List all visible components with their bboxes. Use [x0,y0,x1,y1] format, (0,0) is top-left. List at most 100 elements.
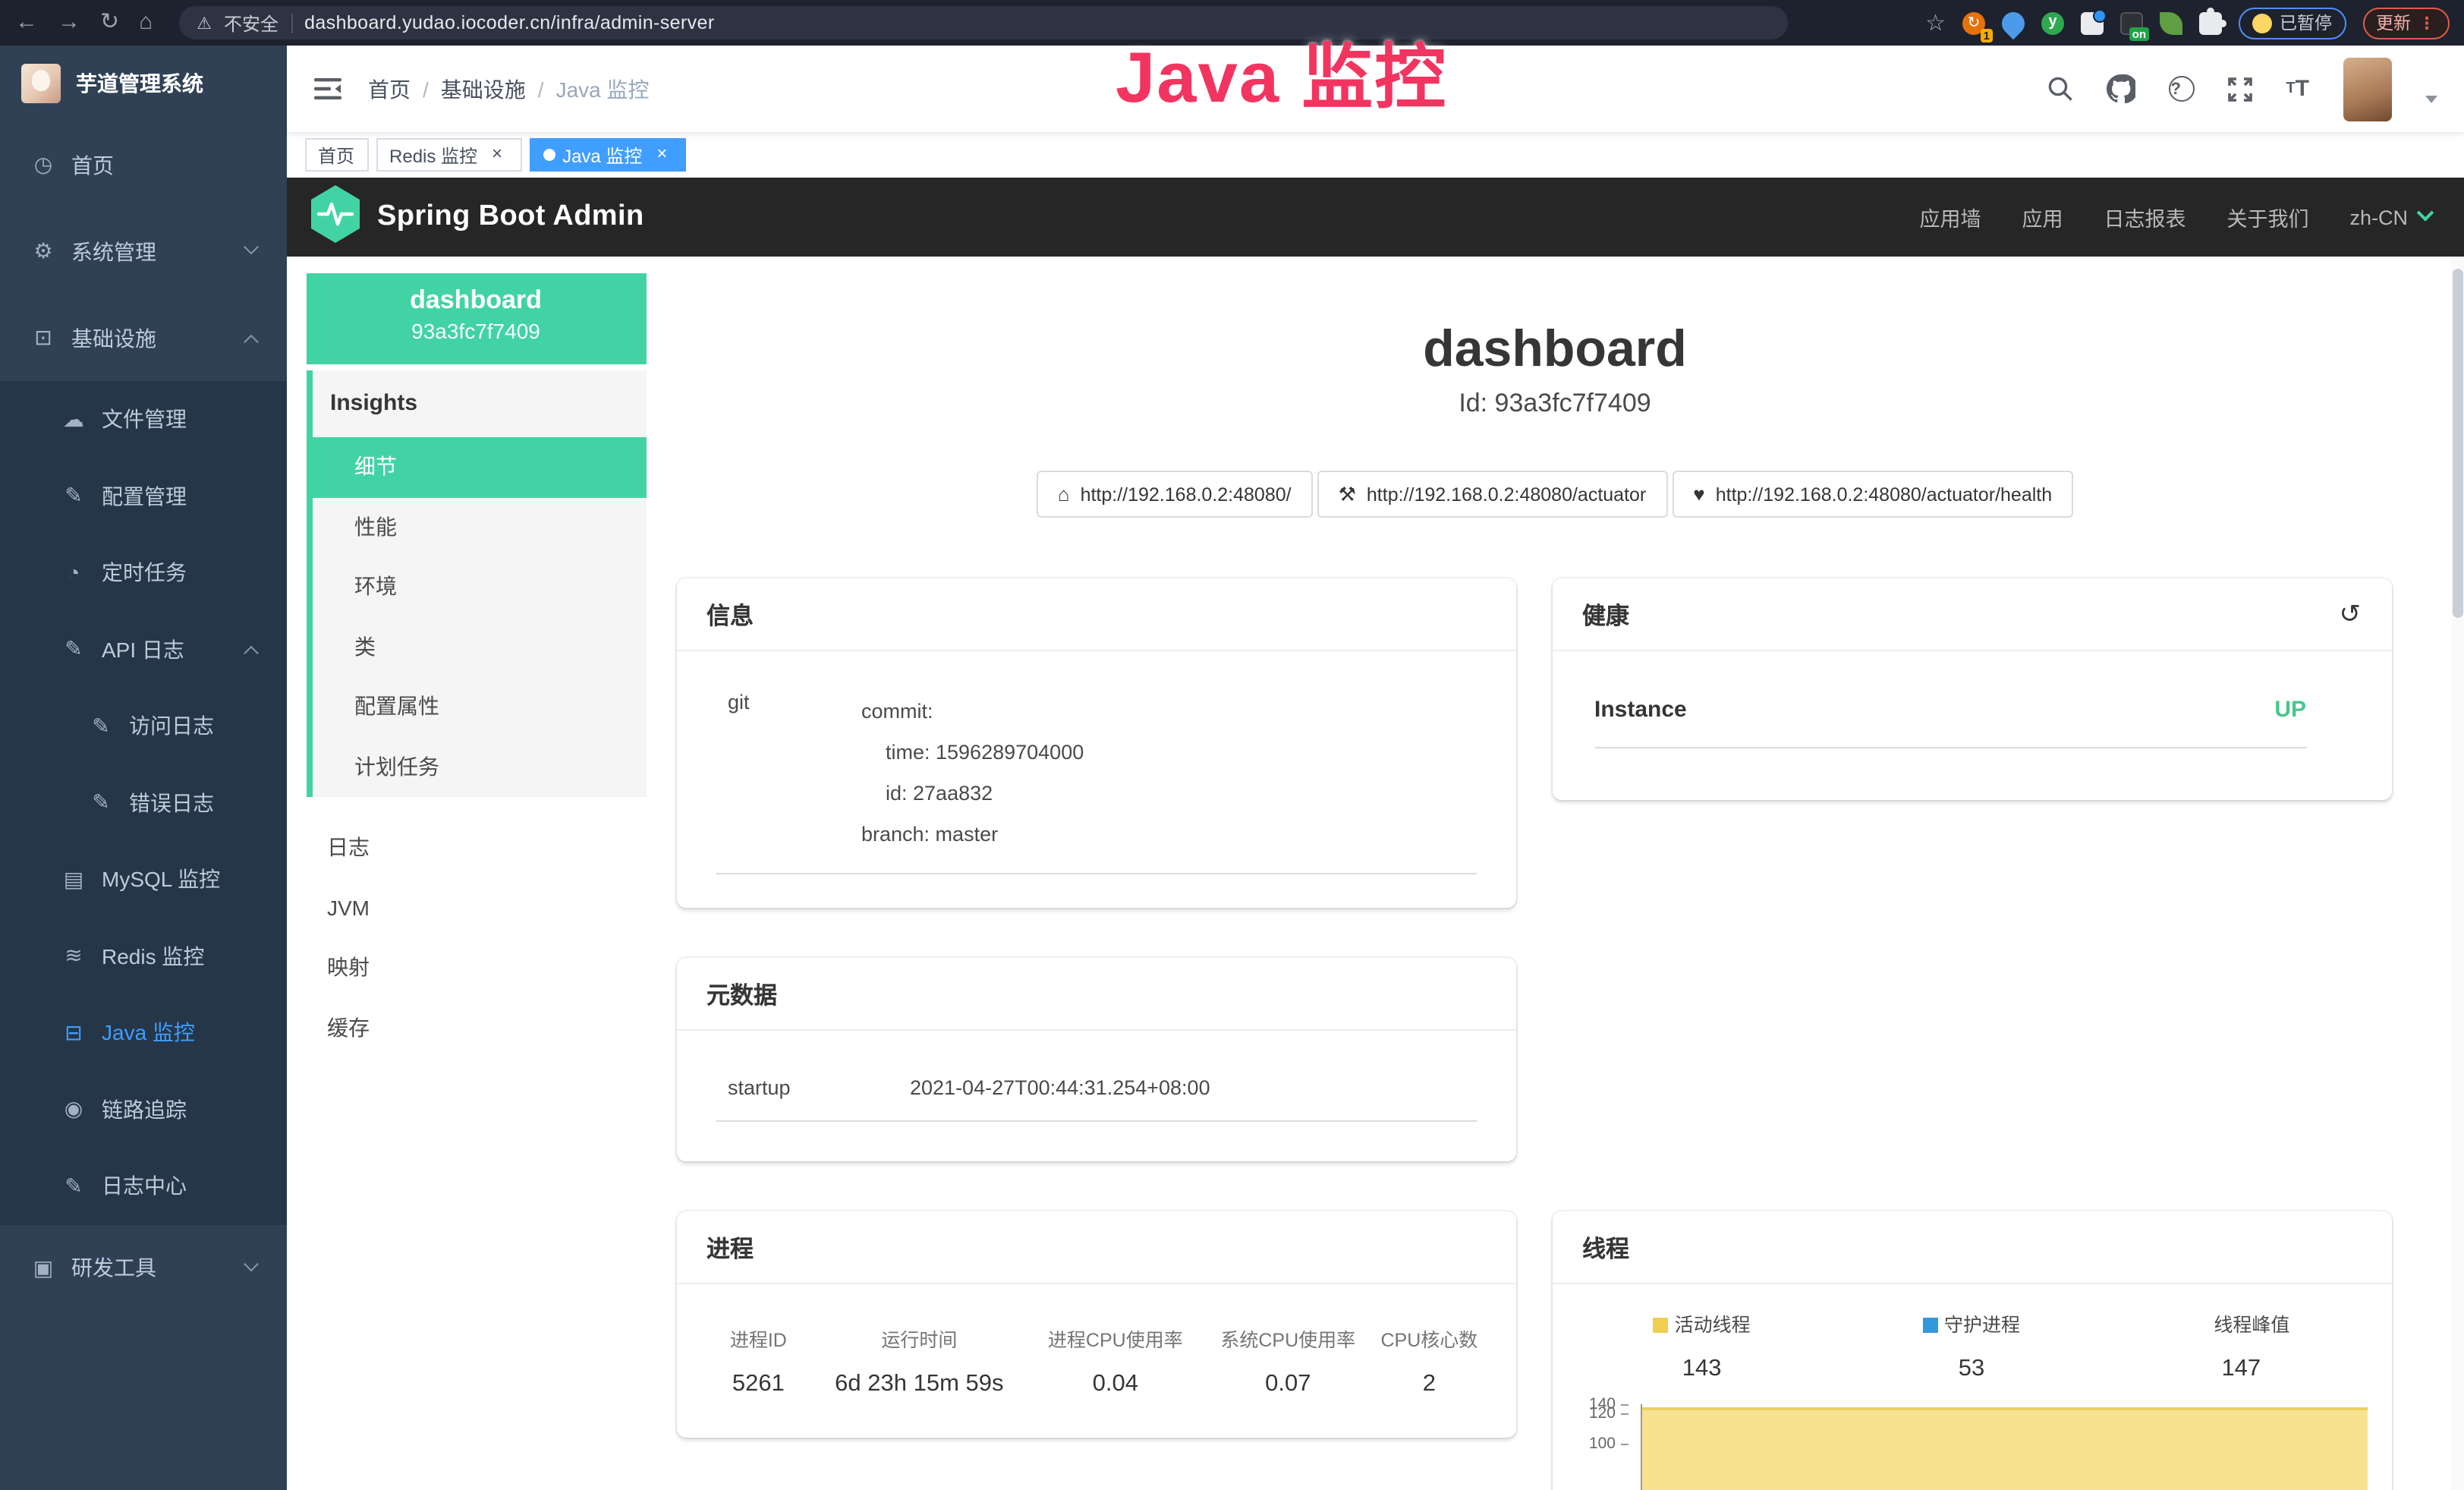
extension-refresh-icon[interactable]: 1 [1962,11,1985,34]
overlay-annotation: Java 监控 [1116,18,1447,123]
extension-y-icon[interactable] [2041,11,2064,34]
sba-nav-item[interactable]: 应用 [2022,202,2063,232]
info-line: id: 27aa832 [861,773,1476,814]
breadcrumb-home[interactable]: 首页 [368,74,411,104]
page-tab[interactable]: Redis 监控 × [376,138,521,172]
sidebar-item[interactable]: ▣ 研发工具 [0,1224,286,1311]
screen: Java 监控 ← → ↻ ⌂ ⚠ 不安全 dashboard.yudao.io… [0,0,2464,1490]
instance-link-button[interactable]: ♥ http://192.168.0.2:48080/actuator/heal… [1672,471,2073,518]
instance-id-line: Id: 93a3fc7f7409 [646,389,2464,419]
user-menu-caret-icon[interactable] [2425,96,2437,103]
health-row-label: Instance [1594,697,1687,723]
sidebar-item[interactable]: ✎ 配置管理 [0,458,286,534]
sidebar-item[interactable]: ≋ Redis 监控 [0,918,286,994]
sba-nav-item[interactable]: 应用墙 [1919,202,1981,232]
instance-details: dashboard Id: 93a3fc7f7409 ⌂ http://192.… [646,257,2464,1490]
legend-item: 活动线程 [1567,1309,1836,1337]
info-line: time: 1596289704000 [861,732,1476,773]
extension-badge: 1 [1981,28,1993,42]
sidebar-item[interactable]: ✎ 错误日志 [0,764,286,841]
github-icon[interactable] [2107,74,2135,103]
forward-icon[interactable]: → [58,0,80,46]
address-bar[interactable]: ⚠ 不安全 dashboard.yudao.iocoder.cn/infra/a… [178,6,1787,39]
locale-selector[interactable]: zh-CN [2349,206,2431,228]
cell-value: 0.07 [1206,1371,1370,1398]
update-button[interactable]: 更新 ⋮ [2362,7,2449,39]
collapse-sidebar-icon[interactable] [313,77,341,100]
page-tab[interactable]: 首页 × [304,138,368,172]
sba-logo-icon[interactable] [307,183,362,251]
sidebar-item[interactable]: ⊡ 基础设施 [0,295,286,381]
extension-leaf-icon[interactable] [2160,11,2182,34]
sidebar-item[interactable]: ☁ 文件管理 [0,381,286,458]
sba-menu-item[interactable]: 环境 [312,557,646,617]
sba-menu-item[interactable]: JVM [306,878,646,938]
search-icon[interactable] [2047,76,2073,102]
back-icon[interactable]: ← [15,0,38,46]
close-tab-icon[interactable]: × [651,144,672,165]
breadcrumb-infra[interactable]: 基础设施 [441,74,526,104]
sidebar-item[interactable]: ◔ 定时任务 [0,534,286,611]
sidebar-item[interactable]: ◉ 链路追踪 [0,1071,286,1148]
home-icon[interactable]: ⌂ [139,0,153,46]
sba-nav-item[interactable]: 日志报表 [2104,202,2186,232]
extension-switch-icon[interactable]: on [2120,11,2143,34]
sba-nav-item[interactable]: 关于我们 [2226,202,2308,232]
extension-grid-icon[interactable] [2081,11,2104,34]
page-tab[interactable]: Java 监控 × [529,138,686,172]
sba-menu-item[interactable]: 细节 [312,437,646,497]
sidebar-item[interactable]: ◷ 首页 [0,121,286,208]
font-size-icon[interactable]: TT [2286,76,2309,102]
close-tab-icon[interactable]: × [486,144,508,165]
sidebar-item[interactable]: ✎ API 日志 [0,611,286,688]
metadata-card: 元数据 startup 2021-04-27T00:44:31.254+08:0… [676,958,1515,1161]
sidebar-item[interactable]: ✎ 日志中心 [0,1148,286,1224]
sba-menu-item[interactable]: 日志 [306,818,646,878]
sba-menu-item[interactable]: 类 [312,617,646,677]
sba-menu-item[interactable]: 计划任务 [312,737,646,797]
history-icon[interactable]: ↺ [2340,599,2362,629]
paused-badge[interactable]: 已暂停 [2239,7,2346,39]
sba-brand[interactable]: Spring Boot Admin [377,200,644,234]
sidebar-item-label: 文件管理 [102,405,187,435]
sidebar-item[interactable]: ▤ MySQL 监控 [0,841,286,918]
instance-header[interactable]: dashboard 93a3fc7f7409 [306,273,646,364]
sba-menu-item[interactable]: 配置属性 [312,677,646,737]
cards-grid: 信息 git commit:time: 1596289704000id: 27a… [676,578,2391,1490]
tab-label: Redis 监控 [389,142,477,168]
sidebar-item[interactable]: ⚙ 系统管理 [0,208,286,295]
reload-icon[interactable]: ↻ [100,0,119,46]
card-header: 健康 ↺ [1552,578,2391,651]
log-center-icon: ✎ [61,1173,87,1199]
scrollbar[interactable] [2450,257,2464,1490]
sba-menu-item[interactable]: 性能 [312,497,646,557]
locale-label: zh-CN [2349,206,2408,228]
app-logo-row[interactable]: 芋道管理系统 [0,46,286,121]
browser-menu-icon[interactable]: ⋮ [2418,13,2435,33]
url-text[interactable]: dashboard.yudao.iocoder.cn/infra/admin-s… [304,12,715,33]
extensions-puzzle-icon[interactable] [2199,11,2222,34]
instance-link-button[interactable]: ⚒ http://192.168.0.2:48080/actuator [1317,471,1668,518]
error-log-icon: ✎ [88,790,114,816]
redis-icon: ≋ [61,943,87,969]
sidebar-item-label: MySQL 监控 [102,865,220,895]
help-icon[interactable]: ? [2169,76,2195,102]
api-log-icon: ✎ [61,637,87,663]
sba-menu-item[interactable]: 缓存 [306,998,646,1058]
instance-link-button[interactable]: ⌂ http://192.168.0.2:48080/ [1037,471,1313,518]
fullscreen-icon[interactable] [2228,77,2252,101]
scrollbar-thumb[interactable] [2452,269,2462,618]
sidebar-item[interactable]: ⊟ Java 监控 [0,994,286,1071]
bookmark-star-icon[interactable]: ☆ [1925,9,1946,36]
sba-menu-item[interactable]: 映射 [306,938,646,998]
user-avatar[interactable] [2343,57,2391,121]
process-card: 进程 进程ID运行时间进程CPU使用率系统CPU使用率CPU核心数 52616d… [676,1211,1515,1438]
breadcrumb-separator: / [538,77,544,101]
security-label[interactable]: 不安全 [224,10,278,36]
sidebar-item-label: 基础设施 [71,323,156,353]
sidebar-item-label: 日志中心 [102,1171,187,1202]
extension-pin-icon[interactable] [1997,7,2029,39]
sidebar-item[interactable]: ✎ 访问日志 [0,688,286,764]
sidebar-item-label: 系统管理 [71,236,156,266]
sidebar-item-label: API 日志 [102,635,184,665]
